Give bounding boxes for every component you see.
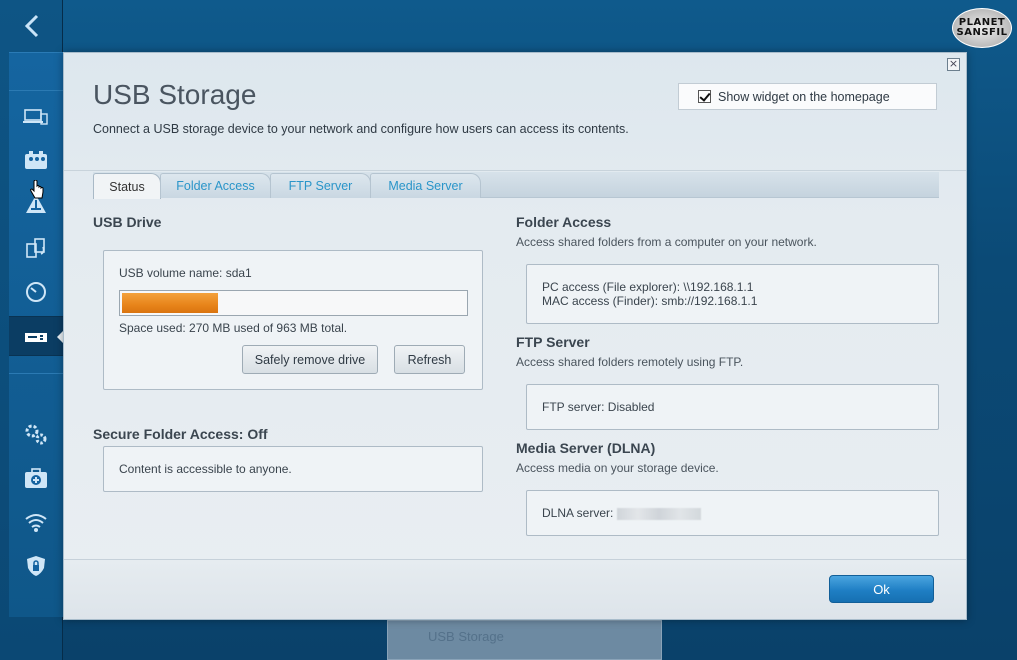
sidebar-active-item[interactable]: [9, 316, 64, 356]
wireless-icon[interactable]: [19, 508, 53, 536]
logo-line-2: SANSFIL: [956, 27, 1008, 38]
usb-drive-panel: USB volume name: sda1 Space used: 270 MB…: [103, 250, 483, 390]
media-server-panel: DLNA server:: [526, 490, 939, 536]
tab-media-server[interactable]: Media Server: [370, 173, 481, 198]
tab-ftp-server[interactable]: FTP Server: [270, 173, 371, 198]
tab-status[interactable]: Status: [93, 173, 161, 199]
chevron-left-icon[interactable]: [0, 0, 63, 52]
secure-folder-heading: Secure Folder Access: Off: [93, 426, 268, 442]
secure-folder-panel: Content is accessible to anyone.: [103, 446, 483, 492]
security-shield-icon[interactable]: [19, 552, 53, 580]
tab-bar: Status Folder Access FTP Server Media Se…: [93, 172, 939, 199]
media-prioritization-icon[interactable]: [19, 234, 53, 262]
folder-access-heading: Folder Access: [516, 214, 612, 230]
usb-icon[interactable]: [19, 323, 53, 351]
ftp-server-status: FTP server: Disabled: [542, 400, 655, 414]
usage-progress-bar: [119, 290, 468, 316]
planet-sansfil-logo: PLANET SANSFIL: [952, 8, 1012, 48]
media-server-desc: Access media on your storage device.: [516, 461, 719, 475]
ftp-server-heading: FTP Server: [516, 334, 590, 350]
show-widget-toggle[interactable]: Show widget on the homepage: [678, 83, 937, 110]
ok-button[interactable]: Ok: [829, 575, 934, 603]
dlna-server-value-redacted: [616, 507, 701, 520]
space-used-text: Space used: 270 MB used of 963 MB total.: [119, 321, 348, 335]
ftp-server-desc: Access shared folders remotely using FTP…: [516, 355, 744, 369]
usb-volume-name: USB volume name: sda1: [119, 266, 252, 280]
dialog-subtitle: Connect a USB storage device to your net…: [93, 122, 629, 136]
secure-folder-text: Content is accessible to anyone.: [119, 462, 292, 476]
mac-access-text: MAC access (Finder): smb://192.168.1.1: [542, 294, 758, 308]
dialog-title: USB Storage: [93, 79, 257, 110]
ftp-server-panel: FTP server: Disabled: [526, 384, 939, 430]
usb-storage-dialog: × USB Storage Connect a USB storage devi…: [63, 52, 967, 620]
dlna-server-status: DLNA server:: [542, 506, 701, 520]
settings-gears-icon[interactable]: [19, 420, 53, 448]
usb-drive-heading: USB Drive: [93, 214, 162, 230]
header-divider: [64, 170, 966, 171]
sidebar-panel: [9, 52, 64, 617]
folder-access-panel: PC access (File explorer): \\192.168.1.1…: [526, 264, 939, 324]
troubleshooting-icon[interactable]: [19, 464, 53, 492]
close-icon[interactable]: ×: [947, 58, 960, 71]
show-widget-label: Show widget on the homepage: [718, 89, 890, 104]
pc-access-text: PC access (File explorer): \\192.168.1.1: [542, 280, 754, 294]
parental-controls-icon[interactable]: [19, 146, 53, 174]
tab-folder-access[interactable]: Folder Access: [160, 173, 271, 198]
folder-access-desc: Access shared folders from a computer on…: [516, 235, 817, 249]
show-widget-checkbox[interactable]: [698, 90, 711, 103]
speed-test-icon[interactable]: [19, 278, 53, 306]
sidebar: [0, 0, 64, 660]
safely-remove-drive-button[interactable]: Safely remove drive: [242, 345, 378, 374]
refresh-button[interactable]: Refresh: [394, 345, 465, 374]
mouse-pointer-icon: [30, 180, 44, 199]
background-usb-widget: USB Storage: [387, 620, 662, 660]
media-server-heading: Media Server (DLNA): [516, 440, 656, 456]
usage-progress-fill: [122, 293, 218, 313]
background-widget-label: USB Storage: [428, 629, 504, 644]
dlna-server-label: DLNA server:: [542, 506, 614, 520]
devices-icon[interactable]: [19, 103, 53, 131]
